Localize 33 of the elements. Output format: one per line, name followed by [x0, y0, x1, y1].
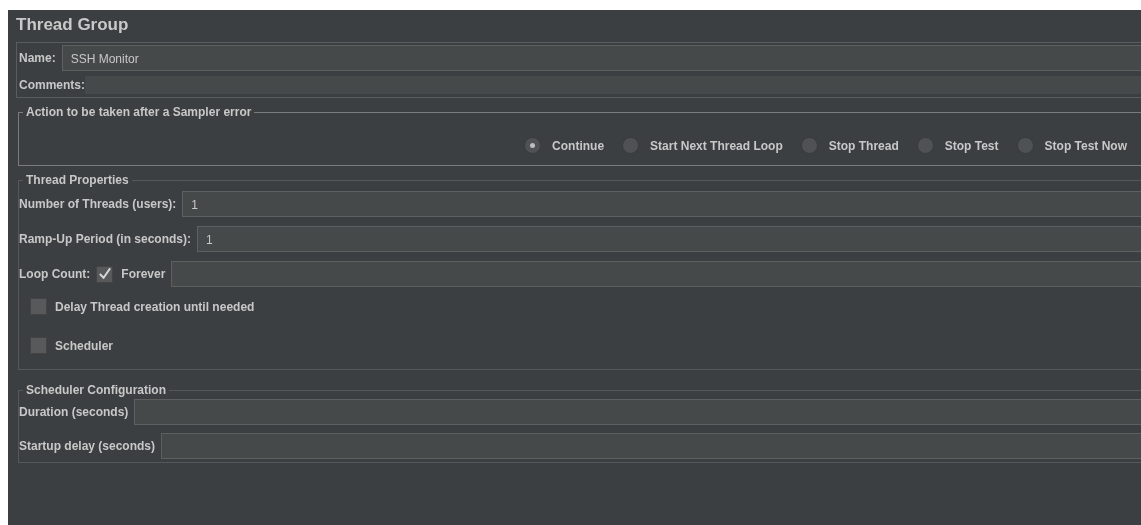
radio-label[interactable]: Stop Test Now: [1044, 138, 1127, 153]
checkbox[interactable]: [30, 337, 47, 354]
group-title: Scheduler Configuration: [23, 382, 169, 398]
input-field[interactable]: 1: [197, 226, 1141, 252]
radio-button[interactable]: [916, 137, 934, 154]
checkbox-label[interactable]: Scheduler: [55, 338, 114, 353]
checkbox[interactable]: [30, 298, 47, 315]
field-label: Number of Threads (users):: [19, 197, 177, 211]
radio-button[interactable]: [800, 137, 818, 154]
radio-label[interactable]: Stop Test: [944, 138, 999, 153]
group-title: Thread Properties: [23, 172, 132, 188]
field-label: Loop Count:: [19, 267, 91, 281]
field-label: Duration (seconds): [19, 405, 129, 419]
radio-button[interactable]: [622, 137, 640, 154]
group-title: Action to be taken after a Sampler error: [23, 104, 255, 120]
radio-button[interactable]: [1016, 137, 1034, 154]
radio-button[interactable]: [524, 137, 542, 154]
window-title: Thread Group: [16, 14, 130, 36]
radio-label[interactable]: Continue: [552, 138, 605, 153]
checkbox[interactable]: [96, 265, 114, 283]
field-label: Comments:: [19, 78, 85, 92]
input-field[interactable]: SSH Monitor: [61, 45, 1141, 71]
radio-label[interactable]: Stop Thread: [828, 138, 899, 153]
input-field[interactable]: 1: [182, 191, 1141, 217]
radio-label[interactable]: Start Next Thread Loop: [650, 138, 783, 153]
field-label: Ramp-Up Period (in seconds):: [19, 232, 191, 246]
input-field[interactable]: [134, 399, 1141, 425]
field-label: Name:: [19, 51, 56, 65]
input-field[interactable]: [161, 433, 1141, 459]
checkbox-label[interactable]: Delay Thread creation until needed: [55, 299, 255, 314]
field-label: Startup delay (seconds): [19, 439, 156, 453]
checkbox-label[interactable]: Forever: [121, 267, 166, 281]
input-field[interactable]: [171, 261, 1141, 287]
